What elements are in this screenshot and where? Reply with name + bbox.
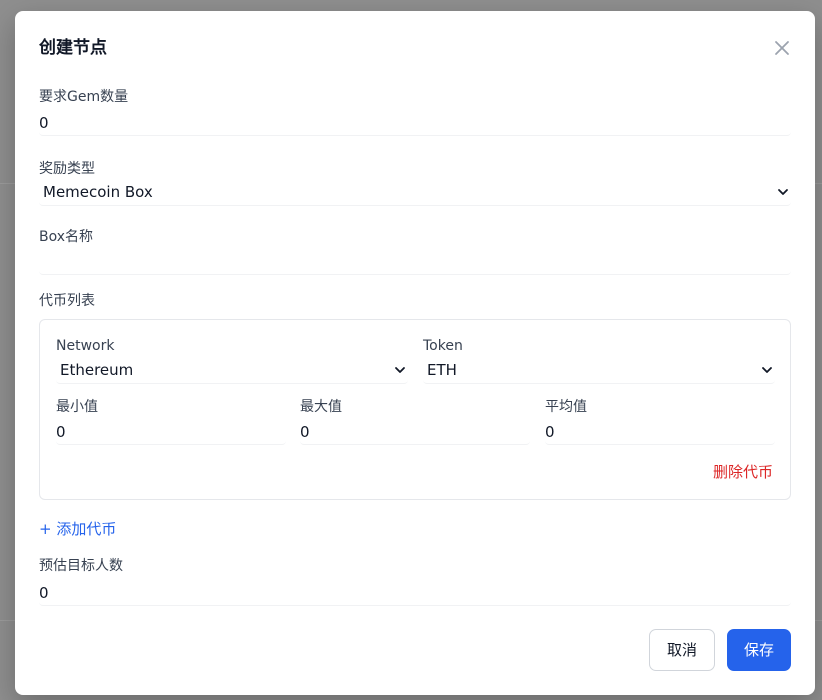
max-value-input[interactable] [300,419,530,445]
token-list-label: 代币列表 [39,293,95,309]
reward-type-select[interactable]: Memecoin Box [39,180,791,206]
reward-type-value: Memecoin Box [43,183,153,201]
network-select[interactable]: Ethereum [56,358,408,384]
max-value-label: 最大值 [300,399,342,415]
network-label: Network [56,338,115,354]
network-value: Ethereum [60,361,134,379]
create-node-dialog: 创建节点 要求Gem数量 奖励类型 Memecoin Box Box名称 代币列… [15,11,815,695]
min-value-input[interactable] [56,419,286,445]
save-button[interactable]: 保存 [727,629,791,671]
cancel-button[interactable]: 取消 [649,629,715,671]
token-select[interactable]: ETH [423,358,775,384]
close-button[interactable] [771,37,793,59]
dialog-title: 创建节点 [39,38,107,58]
add-token-button[interactable]: + 添加代币 [39,518,116,540]
delete-token-button[interactable]: 删除代币 [713,462,773,482]
chevron-down-icon [762,367,772,373]
estimated-target-label: 预估目标人数 [39,558,123,574]
required-gem-input[interactable] [39,110,791,136]
token-value: ETH [427,361,457,379]
token-label: Token [423,338,463,354]
avg-value-label: 平均值 [545,399,587,415]
token-card: Network Ethereum Token ETH 最小值 最大值 平均值 删… [39,319,791,500]
close-icon [775,41,789,55]
box-name-input[interactable] [39,249,791,275]
avg-value-input[interactable] [545,419,775,445]
min-value-label: 最小值 [56,399,98,415]
chevron-down-icon [778,189,788,195]
reward-type-label: 奖励类型 [39,161,95,177]
estimated-target-input[interactable] [39,580,791,606]
box-name-label: Box名称 [39,229,94,245]
required-gem-label: 要求Gem数量 [39,89,129,105]
chevron-down-icon [395,367,405,373]
